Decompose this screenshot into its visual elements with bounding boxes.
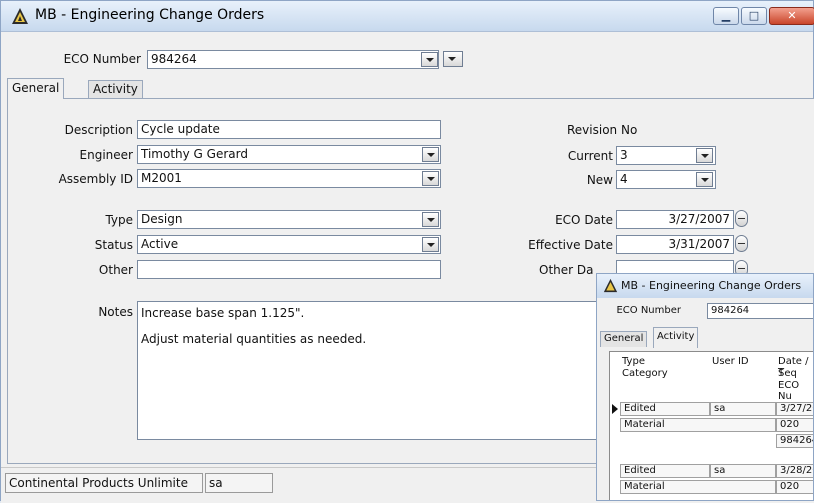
row2-user[interactable]: sa: [710, 464, 776, 478]
window-title: MB - Engineering Change Orders: [35, 7, 265, 23]
row1-user[interactable]: sa: [710, 402, 776, 416]
maximize-button[interactable]: □: [741, 7, 767, 25]
eco-number-field[interactable]: 984264: [147, 50, 439, 69]
eco-date-field[interactable]: 3/27/2007: [616, 210, 734, 229]
status-select[interactable]: Active: [137, 235, 441, 254]
status-dropdown[interactable]: [422, 237, 439, 252]
effective-date-label: Effective Date: [528, 238, 613, 252]
description-label: Description: [64, 123, 133, 137]
minimize-icon: ▁: [721, 9, 731, 22]
tab-activity[interactable]: Activity: [88, 80, 143, 98]
assembly-id-label: Assembly ID: [58, 172, 133, 186]
new-revision-dropdown[interactable]: [696, 172, 713, 187]
activity-window-title: MB - Engineering Change Orders: [621, 279, 802, 292]
company-name: Continental Products Unlimite: [5, 473, 203, 493]
title-bar[interactable]: MB - Engineering Change Orders ▁ □ ✕: [1, 1, 814, 32]
notes-label: Notes: [98, 305, 133, 319]
row1-category[interactable]: Material: [620, 418, 776, 432]
row-pointer-icon: [610, 402, 620, 416]
user-id: sa: [205, 473, 273, 493]
eco-date-label: ECO Date: [555, 213, 613, 227]
row1-seq[interactable]: 020: [776, 418, 813, 432]
status-label: Status: [94, 238, 133, 252]
app-logo-icon: [12, 8, 28, 24]
notes-line-2: Adjust material quantities as needed.: [141, 332, 367, 346]
close-button[interactable]: ✕: [769, 7, 814, 25]
close-icon: ✕: [787, 9, 797, 22]
maximize-icon: □: [748, 9, 760, 22]
other-date-label: Other Da: [539, 263, 594, 277]
col-type-header[interactable]: Type: [622, 356, 645, 367]
activity-grid: Type Category User ID Date / T Seq ECO N…: [609, 351, 813, 500]
popup-eco-number-field[interactable]: 984264: [707, 303, 813, 319]
revision-no-label: Revision No: [567, 123, 638, 137]
popup-tab-activity[interactable]: Activity: [653, 327, 699, 348]
effective-date-spinner[interactable]: [735, 235, 748, 252]
popup-tab-general[interactable]: General: [600, 331, 648, 347]
col-user-header[interactable]: User ID: [712, 356, 749, 367]
minimize-button[interactable]: ▁: [713, 7, 739, 25]
app-logo-icon: [603, 278, 618, 293]
activity-window: MB - Engineering Change Orders ECO Numbe…: [596, 273, 814, 501]
new-label: New: [586, 173, 613, 187]
type-label: Type: [105, 213, 133, 227]
notes-line-1: Increase base span 1.125".: [141, 306, 305, 320]
eco-number-dropdown[interactable]: [421, 52, 438, 67]
notes-textarea[interactable]: Increase base span 1.125". Adjust materi…: [137, 301, 603, 440]
row2-category[interactable]: Material: [620, 480, 776, 494]
col-seq-header[interactable]: Seq: [778, 368, 797, 379]
col-eco-header[interactable]: ECO Nu: [778, 380, 813, 402]
assembly-id-select[interactable]: M2001: [137, 169, 441, 188]
row1-date[interactable]: 3/27/20: [776, 402, 813, 416]
activity-title-bar[interactable]: MB - Engineering Change Orders: [597, 274, 813, 298]
eco-number-label: ECO Number: [63, 52, 141, 66]
effective-date-field[interactable]: 3/31/2007: [616, 235, 734, 254]
assembly-id-dropdown[interactable]: [422, 171, 439, 186]
col-category-header[interactable]: Category: [622, 368, 668, 379]
engineer-label: Engineer: [79, 148, 133, 162]
row2-seq[interactable]: 020: [776, 480, 813, 494]
engineer-dropdown[interactable]: [422, 147, 439, 162]
engineer-select[interactable]: Timothy G Gerard: [137, 145, 441, 164]
eco-date-spinner[interactable]: [735, 210, 748, 227]
row1-type[interactable]: Edited: [620, 402, 710, 416]
other-label: Other: [98, 263, 133, 277]
current-label: Current: [567, 149, 613, 163]
popup-eco-number-label: ECO Number: [616, 305, 681, 316]
row2-date[interactable]: 3/28/20: [776, 464, 813, 478]
type-dropdown[interactable]: [422, 212, 439, 227]
eco-number-lookup-button[interactable]: [443, 51, 463, 67]
row1-eco[interactable]: 984264: [776, 434, 813, 448]
row2-type[interactable]: Edited: [620, 464, 710, 478]
current-revision-dropdown[interactable]: [696, 148, 713, 163]
other-field[interactable]: [137, 260, 441, 279]
tab-general[interactable]: General: [7, 78, 65, 99]
type-select[interactable]: Design: [137, 210, 441, 229]
description-field[interactable]: Cycle update: [137, 120, 441, 139]
